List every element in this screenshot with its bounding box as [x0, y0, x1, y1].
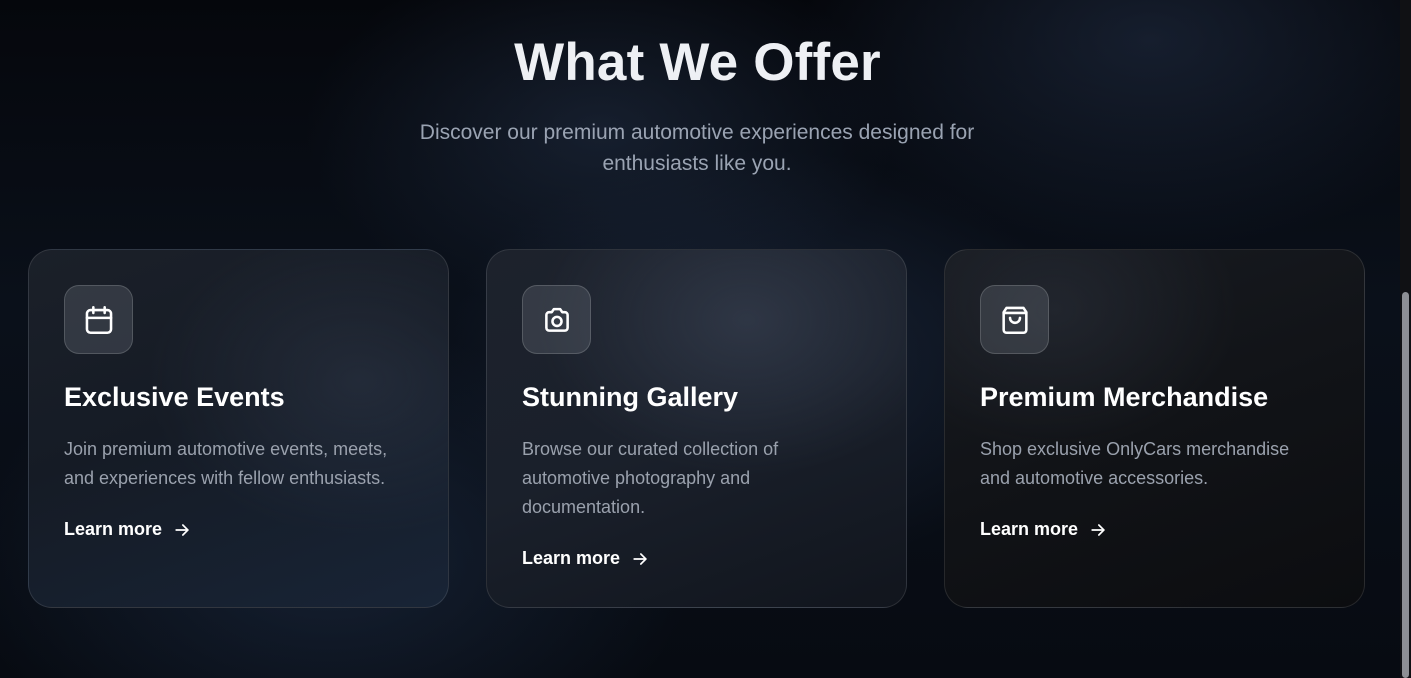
calendar-icon — [64, 285, 133, 354]
learn-more-link-merchandise[interactable]: Learn more — [980, 519, 1108, 540]
learn-more-link-gallery[interactable]: Learn more — [522, 548, 650, 569]
card-title: Premium Merchandise — [980, 382, 1269, 412]
card-description: Join premium automotive events, meets, a… — [64, 439, 388, 488]
card-title: Exclusive Events — [64, 382, 285, 412]
arrow-right-icon — [175, 523, 189, 536]
learn-more-label: Learn more — [980, 519, 1079, 539]
card-exclusive-events: Exclusive Events Join premium automotive… — [28, 249, 449, 608]
shopping-bag-icon — [980, 285, 1049, 354]
scrollbar-thumb[interactable] — [1402, 292, 1409, 678]
learn-more-label: Learn more — [522, 548, 621, 568]
card-premium-merchandise: Premium Merchandise Shop exclusive OnlyC… — [944, 249, 1365, 608]
card-description: Shop exclusive OnlyCars merchandise and … — [980, 439, 1290, 488]
page-scrollbar[interactable] — [1400, 0, 1411, 678]
section-subtitle: Discover our premium automotive experien… — [419, 121, 975, 175]
arrow-right-icon — [1091, 523, 1105, 536]
card-stunning-gallery: Stunning Gallery Browse our curated coll… — [486, 249, 907, 608]
page: What We Offer Discover our premium autom… — [0, 0, 1411, 678]
learn-more-link-events[interactable]: Learn more — [64, 519, 192, 540]
arrow-right-icon — [633, 552, 647, 565]
learn-more-label: Learn more — [64, 519, 163, 539]
section-title: What We Offer — [514, 33, 881, 92]
card-description: Browse our curated collection of automot… — [522, 439, 779, 517]
camera-icon — [522, 285, 591, 354]
card-title: Stunning Gallery — [522, 382, 739, 412]
